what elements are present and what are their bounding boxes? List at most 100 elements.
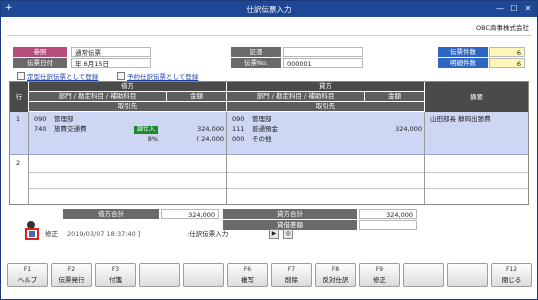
- slip-date-field[interactable]: 年 6月15日: [71, 58, 151, 68]
- column-divider: [226, 112, 227, 204]
- tax-category-badge: 課仕入: [134, 126, 159, 134]
- journal-entry-window: + 仕訳伝票入力 — ☐ ✕ OBC商事株式会社 参照 通常伝票 伝票日付 年 …: [0, 0, 538, 300]
- reference-field[interactable]: 通常伝票: [71, 47, 151, 57]
- fkey-label: 複写: [241, 276, 254, 284]
- f5-button[interactable]: [183, 263, 224, 287]
- fkey-label: 閉じる: [501, 276, 522, 284]
- fkey-label: 修正: [373, 276, 386, 284]
- fkey-label: ヘルプ: [17, 276, 38, 284]
- row-number-header: 行: [10, 82, 28, 112]
- table-row[interactable]: 2: [10, 156, 528, 204]
- debit-tax-rate: 8%: [147, 135, 158, 143]
- f11-button[interactable]: [447, 263, 488, 287]
- difference-value: [359, 220, 417, 230]
- f12-close-button[interactable]: F12 閉じる: [491, 263, 532, 287]
- credit-sub-name: その他: [252, 135, 272, 143]
- slip-number-field[interactable]: 000001: [283, 58, 363, 68]
- f6-copy-button[interactable]: F6 複写: [227, 263, 268, 287]
- fkey-code: F3: [111, 266, 120, 273]
- credit-total-label: 貸方合計: [223, 209, 357, 219]
- debit-total-label: 借方合計: [63, 209, 159, 219]
- fkey-code: F7: [287, 266, 296, 273]
- company-name: OBC商事株式会社: [476, 24, 529, 32]
- slip-count-value: 6: [489, 47, 525, 57]
- register-scheduled-label: 予約仕訳伝票として登録: [127, 73, 199, 81]
- row-number: 2: [16, 159, 21, 167]
- f3-sticky-button[interactable]: F3 付箋: [95, 263, 136, 287]
- fkey-code: F8: [331, 266, 340, 273]
- header-divider: [7, 35, 531, 36]
- fkey-code: F1: [23, 266, 32, 273]
- f8-reverse-button[interactable]: F8 反対仕訳: [315, 263, 356, 287]
- credit-total-value: 324,000: [359, 209, 417, 219]
- row-divider: [28, 172, 528, 173]
- close-icon[interactable]: ✕: [521, 3, 535, 15]
- fkey-label: 付箋: [109, 276, 122, 284]
- debit-account-code[interactable]: 740: [34, 125, 46, 134]
- fkey-code: F6: [243, 266, 252, 273]
- title-bar: + 仕訳伝票入力 — ☐ ✕: [1, 1, 537, 17]
- slip-date-label: 伝票日付: [13, 58, 67, 68]
- status-timestamp: 2019/03/07 18:37:40 ]: [67, 230, 141, 238]
- calendar-icon: [117, 72, 125, 80]
- register-scheduled-link[interactable]: 予約仕訳伝票として登録: [117, 71, 198, 81]
- detail-count-value: 6: [489, 58, 525, 68]
- debit-account-name: 旅費交通費: [54, 125, 87, 133]
- attach-icon[interactable]: ◎: [283, 229, 293, 239]
- debit-amount[interactable]: 324,000: [170, 125, 224, 134]
- credit-account-code[interactable]: 111: [232, 125, 244, 134]
- credit-dept-header: 部門 / 勘定科目 / 補助科目: [227, 92, 364, 101]
- f7-delete-button[interactable]: F7 削除: [271, 263, 312, 287]
- debit-dept-code[interactable]: 090: [34, 115, 46, 124]
- slip-number-label: 伝票No.: [231, 58, 281, 68]
- status-screen-name: :仕訳伝票入力: [187, 230, 229, 238]
- credit-amount-header: 金額: [365, 92, 424, 101]
- debit-partner-header: 取引先: [29, 102, 226, 111]
- row-number: 1: [16, 115, 21, 123]
- debit-dept-name: 管理部: [54, 115, 74, 123]
- credit-sub-code[interactable]: 000: [232, 135, 244, 144]
- fkey-label: 伝票発行: [58, 276, 85, 284]
- proof-field[interactable]: [283, 47, 363, 57]
- credit-account-name: 普通預金: [252, 125, 278, 133]
- fkey-code: F9: [375, 266, 384, 273]
- debit-total-value: 324,000: [161, 209, 219, 219]
- credit-dept-code[interactable]: 090: [232, 115, 244, 124]
- proof-label: 証憑: [231, 47, 281, 57]
- register-fixed-label: 定型仕訳伝票として登録: [27, 73, 99, 81]
- fkey-code: F12: [505, 266, 518, 273]
- journal-grid: 行 借方 貸方 摘要 部門 / 勘定科目 / 補助科目 金額 部門 / 勘定科目…: [9, 81, 529, 205]
- f2-print-button[interactable]: F2 伝票発行: [51, 263, 92, 287]
- detail-count-label: 明細件数: [438, 58, 488, 68]
- maximize-icon[interactable]: ☐: [507, 3, 521, 15]
- status-action: 修正: [45, 230, 58, 238]
- table-row[interactable]: 1 090 管理部 740 旅費交通費 課仕入 324,000 8% ( 24,…: [10, 112, 528, 155]
- memo-header: 摘要: [425, 82, 528, 112]
- fkey-code: F2: [67, 266, 76, 273]
- f1-help-button[interactable]: F1 ヘルプ: [7, 263, 48, 287]
- credit-partner-header: 取引先: [227, 102, 424, 111]
- edit-icon: [17, 72, 25, 80]
- column-divider: [424, 112, 425, 204]
- window-title: 仕訳伝票入力: [246, 5, 292, 14]
- play-icon[interactable]: ▶: [269, 229, 279, 239]
- memo-text[interactable]: 山田部長 静岡出張費: [430, 115, 491, 124]
- minimize-icon[interactable]: —: [493, 3, 507, 15]
- row-divider: [28, 188, 528, 189]
- debit-header: 借方: [29, 82, 226, 91]
- function-key-bar: F1 ヘルプ F2 伝票発行 F3 付箋 F6 複写 F7 削除 F8 反対仕訳 F9 修正 …: [7, 263, 533, 291]
- credit-dept-name: 管理部: [252, 115, 272, 123]
- back-arrow-icon: [29, 231, 35, 237]
- column-divider: [28, 112, 29, 204]
- f9-modify-button[interactable]: F9 修正: [359, 263, 400, 287]
- f4-button[interactable]: [139, 263, 180, 287]
- debit-amount-header: 金額: [167, 92, 226, 101]
- debit-tax-amount: ( 24,000: [196, 135, 224, 143]
- f10-button[interactable]: [403, 263, 444, 287]
- history-back-button[interactable]: [25, 228, 39, 240]
- register-fixed-link[interactable]: 定型仕訳伝票として登録: [17, 71, 98, 81]
- credit-amount[interactable]: 324,000: [366, 125, 422, 134]
- debit-dept-header: 部門 / 勘定科目 / 補助科目: [29, 92, 166, 101]
- credit-header: 貸方: [227, 82, 424, 91]
- reference-label: 参照: [13, 47, 67, 57]
